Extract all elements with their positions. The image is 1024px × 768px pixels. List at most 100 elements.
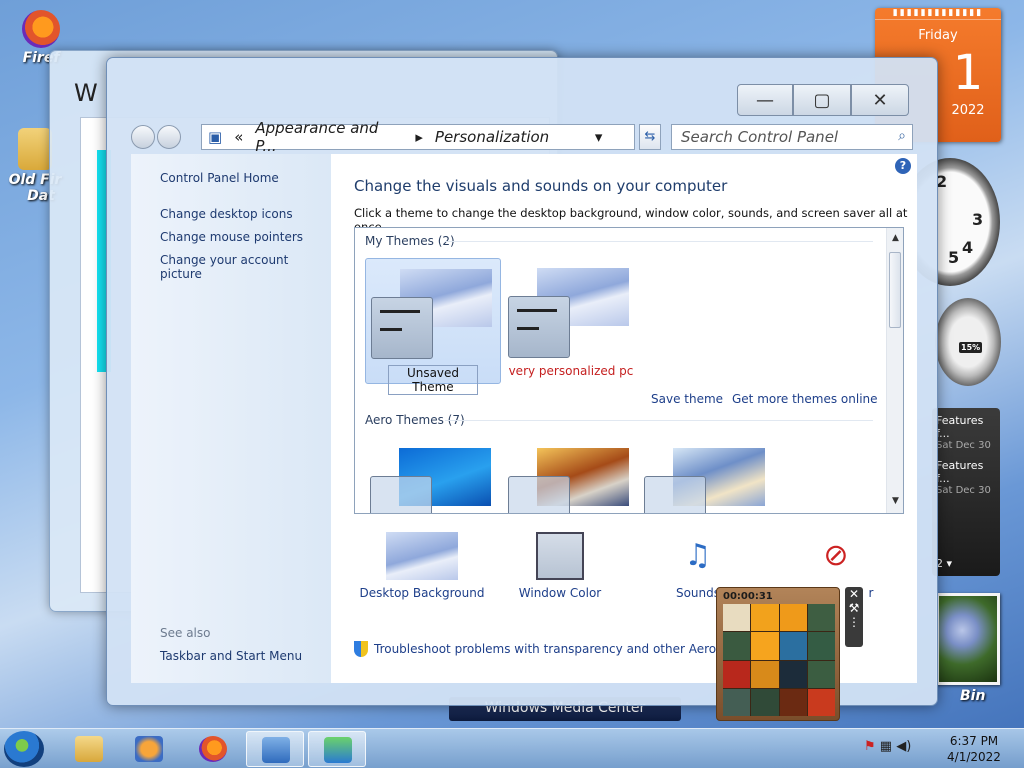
feed-item-title: Features f... — [936, 459, 984, 485]
address-bar[interactable]: ▣ « Appearance and P... ▸ Personalizatio… — [201, 119, 635, 155]
puzzle-timer: 00:00:31 — [723, 591, 773, 602]
feed-item[interactable]: Features f... Sat Dec 30 — [936, 459, 996, 496]
refresh-button[interactable]: ⇆ — [639, 124, 661, 150]
desktop-background-button[interactable]: Desktop Background — [357, 532, 487, 600]
puzzle-tile[interactable] — [807, 688, 835, 716]
taskbar-start-menu-link[interactable]: Taskbar and Start Menu — [160, 649, 302, 663]
background-window-title: W — [74, 79, 98, 107]
cpu-meter-value: 15% — [959, 342, 983, 353]
slideshow-gadget[interactable] — [936, 593, 1000, 685]
breadcrumb-arrow[interactable]: ▸ — [409, 128, 429, 146]
puzzle-tile[interactable] — [751, 688, 779, 716]
action-center-icon[interactable]: ⚑ — [864, 739, 876, 754]
puzzle-tile[interactable] — [779, 604, 807, 632]
theme-preview-window — [371, 297, 433, 359]
window-color-label: Window Color — [518, 586, 602, 600]
cpu-meter-gadget[interactable]: 15% — [935, 298, 1001, 386]
search-placeholder: Search Control Panel — [681, 128, 839, 146]
taskbar-media-player[interactable] — [120, 731, 178, 767]
taskbar-control-panel[interactable] — [246, 731, 304, 767]
minimize-button[interactable]: — — [737, 84, 793, 116]
feed-item[interactable]: Features f... Sat Dec 30 — [936, 414, 996, 451]
close-button[interactable]: ✕ — [851, 84, 909, 116]
puzzle-tile[interactable] — [751, 604, 779, 632]
screen-saver-icon: ⊘ — [823, 538, 849, 573]
theme-aero-characters[interactable] — [639, 438, 775, 513]
puzzle-tile[interactable] — [807, 632, 835, 660]
breadcrumb-overflow[interactable]: « — [228, 128, 249, 146]
taskbar: ⚑ ▦ ◀) 6:37 PM 4/1/2022 — [0, 728, 1024, 768]
scroll-thumb[interactable] — [889, 252, 901, 328]
feed-pager[interactable]: 2 ▾ — [936, 557, 952, 570]
change-desktop-icons-link[interactable]: Change desktop icons — [160, 207, 293, 221]
feed-item-date: Sat Dec 30 — [936, 485, 991, 496]
puzzle-grid[interactable] — [723, 604, 835, 716]
help-icon[interactable]: ? — [895, 158, 911, 174]
taskbar-explorer[interactable] — [60, 731, 118, 767]
puzzle-tile[interactable] — [779, 688, 807, 716]
theme-unsaved[interactable]: Unsaved Theme — [365, 258, 501, 395]
save-theme-link[interactable]: Save theme — [651, 392, 723, 406]
puzzle-tile[interactable] — [723, 632, 751, 660]
theme-preview-window — [370, 476, 432, 513]
puzzle-tile[interactable] — [751, 660, 779, 688]
theme-very-personalized[interactable]: very personalized pc — [503, 258, 639, 384]
breadcrumb-appearance[interactable]: Appearance and P... — [249, 119, 409, 155]
clock[interactable]: 6:37 PM 4/1/2022 — [942, 733, 1006, 765]
puzzle-tile[interactable] — [807, 604, 835, 632]
puzzle-tile[interactable] — [723, 604, 751, 632]
shield-icon — [354, 641, 368, 657]
close-icon[interactable]: ✕ — [845, 587, 863, 601]
control-panel-icon: ▣ — [208, 128, 223, 146]
theme-aero-windows7[interactable] — [365, 438, 501, 513]
puzzle-tile[interactable] — [807, 660, 835, 688]
scroll-down-icon[interactable]: ▼ — [887, 496, 903, 506]
feed-item-date: Sat Dec 30 — [936, 440, 991, 451]
network-icon[interactable]: ▦ — [880, 739, 892, 754]
change-account-picture-link[interactable]: Change your account picture — [160, 253, 331, 281]
picture-puzzle-gadget[interactable]: 00:00:31 — [716, 587, 840, 721]
recycle-bin-label[interactable]: Bin — [960, 688, 985, 704]
address-dropdown-icon[interactable]: ▾ — [589, 128, 609, 146]
taskbar-personalization[interactable] — [308, 731, 366, 767]
window-color-button[interactable]: Window Color — [495, 532, 625, 600]
feed-headlines-gadget[interactable]: Features f... Sat Dec 30 Features f... S… — [932, 408, 1000, 576]
control-panel-home-link[interactable]: Control Panel Home — [160, 171, 279, 185]
change-mouse-pointers-link[interactable]: Change mouse pointers — [160, 230, 303, 244]
themes-scrollbar[interactable]: ▲ ▼ — [886, 228, 903, 513]
themes-list[interactable]: My Themes (2) Unsaved Theme very persona… — [354, 227, 904, 514]
wrench-icon[interactable]: ⚒ — [845, 601, 863, 615]
navigation-bar: ▣ « Appearance and P... ▸ Personalizatio… — [131, 119, 913, 155]
gadget-side-controls: ✕ ⚒ ⋮ — [845, 587, 863, 647]
breadcrumb-personalization[interactable]: Personalization — [429, 128, 589, 146]
search-input[interactable]: Search Control Panel ⌕ — [671, 124, 913, 150]
search-icon[interactable]: ⌕ — [898, 128, 906, 144]
maximize-button[interactable]: ▢ — [793, 84, 851, 116]
puzzle-tile[interactable] — [723, 660, 751, 688]
troubleshoot-link[interactable]: Troubleshoot problems with transparency … — [354, 641, 761, 657]
puzzle-tile[interactable] — [751, 632, 779, 660]
taskbar-firefox[interactable] — [184, 731, 242, 767]
folder-icon — [18, 128, 52, 170]
get-more-themes-link[interactable]: Get more themes online — [732, 392, 878, 406]
back-button[interactable] — [131, 125, 155, 149]
start-button[interactable] — [4, 731, 44, 767]
preview-line — [517, 327, 539, 330]
firefox-icon — [199, 736, 227, 762]
puzzle-tile[interactable] — [723, 688, 751, 716]
drag-handle-icon[interactable]: ⋮ — [845, 615, 863, 629]
clock-time: 6:37 PM — [949, 734, 999, 748]
scroll-up-icon[interactable]: ▲ — [887, 233, 903, 243]
puzzle-tile[interactable] — [779, 660, 807, 688]
window-color-icon — [536, 532, 584, 580]
group-divider — [445, 241, 873, 242]
puzzle-tile[interactable] — [779, 632, 807, 660]
forward-button[interactable] — [157, 125, 181, 149]
desktop-background-icon — [386, 532, 458, 580]
see-also-label: See also — [160, 626, 211, 640]
volume-icon[interactable]: ◀) — [896, 739, 911, 754]
system-tray: ⚑ ▦ ◀) — [864, 739, 911, 754]
feed-next-icon[interactable]: ▾ — [947, 557, 953, 570]
clock-date: 4/1/2022 — [947, 750, 1001, 764]
theme-aero-architecture[interactable] — [503, 438, 639, 513]
